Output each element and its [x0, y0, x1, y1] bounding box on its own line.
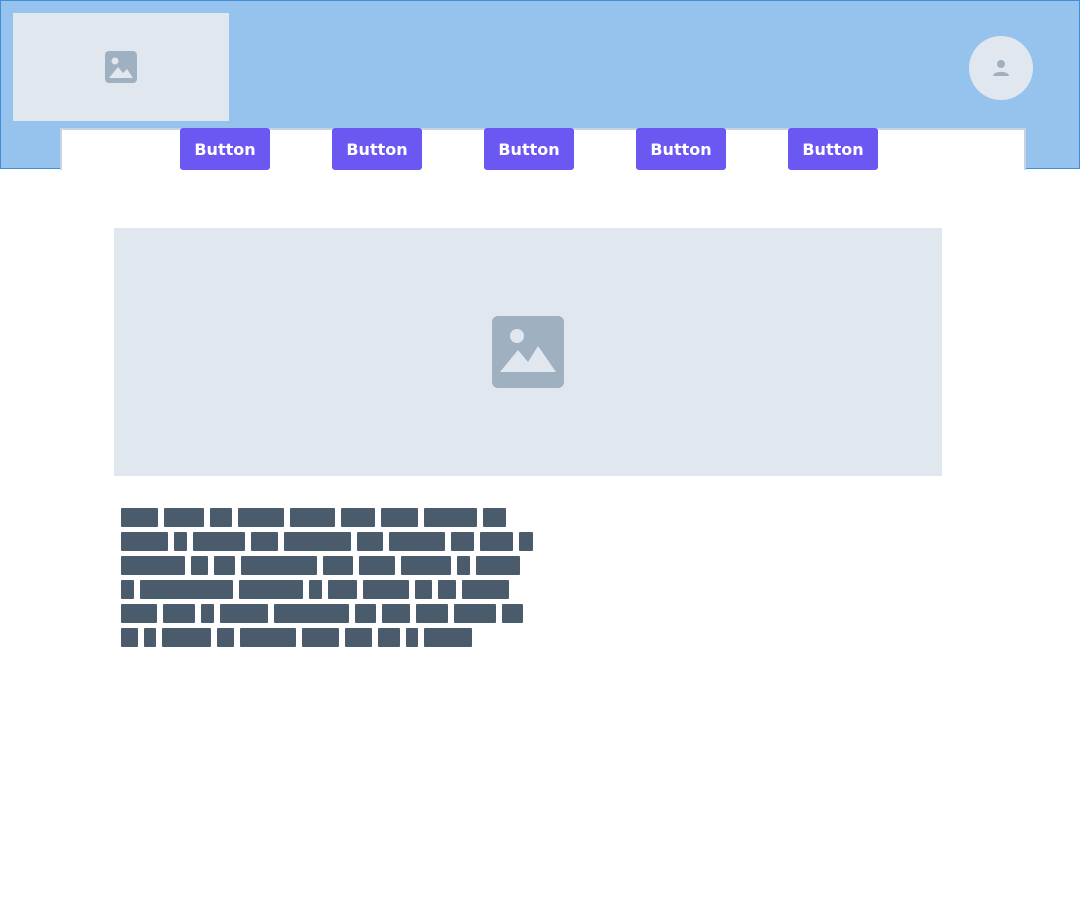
- hero-image-placeholder: [114, 228, 942, 476]
- text-word: [424, 628, 472, 647]
- text-word: [210, 508, 232, 527]
- text-word: [239, 580, 303, 599]
- text-word: [451, 532, 474, 551]
- text-word: [238, 508, 284, 527]
- text-word: [251, 532, 278, 551]
- text-word: [378, 628, 400, 647]
- text-word: [323, 556, 353, 575]
- text-word: [274, 604, 349, 623]
- text-word: [144, 628, 156, 647]
- text-word: [191, 556, 208, 575]
- text-word: [476, 556, 520, 575]
- text-word: [290, 508, 335, 527]
- nav-button-2[interactable]: Button: [332, 128, 422, 170]
- text-word: [502, 604, 523, 623]
- text-line-2: [120, 532, 540, 551]
- text-word: [457, 556, 470, 575]
- text-word: [193, 532, 245, 551]
- text-word: [341, 508, 375, 527]
- text-word: [438, 580, 456, 599]
- text-word: [217, 628, 234, 647]
- text-line-4: [120, 580, 540, 599]
- text-word: [480, 532, 513, 551]
- text-word: [357, 532, 383, 551]
- text-word: [302, 628, 339, 647]
- user-icon: [993, 60, 1009, 76]
- avatar[interactable]: [969, 36, 1033, 100]
- text-line-1: [120, 508, 540, 527]
- header: Button Button Button Button Button: [0, 0, 1080, 170]
- text-word: [240, 628, 296, 647]
- text-word: [381, 508, 418, 527]
- text-word: [121, 508, 158, 527]
- text-word: [328, 580, 357, 599]
- text-word: [483, 508, 506, 527]
- text-word: [163, 604, 195, 623]
- nav-button-1[interactable]: Button: [180, 128, 270, 170]
- text-word: [121, 628, 138, 647]
- image-placeholder-icon: [492, 316, 564, 388]
- text-word: [345, 628, 372, 647]
- nav-button-4[interactable]: Button: [636, 128, 726, 170]
- text-word: [401, 556, 451, 575]
- text-word: [162, 628, 211, 647]
- text-line-3: [120, 556, 540, 575]
- text-word: [389, 532, 445, 551]
- text-word: [415, 580, 432, 599]
- text-word: [406, 628, 418, 647]
- nav-button-3[interactable]: Button: [484, 128, 574, 170]
- text-word: [121, 580, 134, 599]
- text-word: [462, 580, 509, 599]
- text-word: [355, 604, 376, 623]
- text-word: [174, 532, 187, 551]
- text-word: [424, 508, 477, 527]
- logo-placeholder[interactable]: [13, 13, 229, 121]
- text-word: [284, 532, 351, 551]
- text-word: [241, 556, 317, 575]
- text-line-6: [120, 628, 540, 647]
- text-word: [416, 604, 448, 623]
- redacted-text-block: [120, 508, 540, 652]
- text-word: [164, 508, 204, 527]
- text-word: [121, 556, 185, 575]
- text-word: [201, 604, 214, 623]
- image-placeholder-icon: [105, 51, 137, 83]
- text-word: [363, 580, 409, 599]
- text-word: [454, 604, 496, 623]
- text-word: [121, 532, 168, 551]
- text-word: [359, 556, 395, 575]
- text-word: [140, 580, 233, 599]
- text-word: [519, 532, 533, 551]
- text-word: [382, 604, 410, 623]
- text-word: [121, 604, 157, 623]
- text-line-5: [120, 604, 540, 623]
- nav-bar: Button Button Button Button Button: [60, 128, 1026, 170]
- nav-button-5[interactable]: Button: [788, 128, 878, 170]
- text-word: [220, 604, 268, 623]
- text-word: [309, 580, 322, 599]
- text-word: [214, 556, 235, 575]
